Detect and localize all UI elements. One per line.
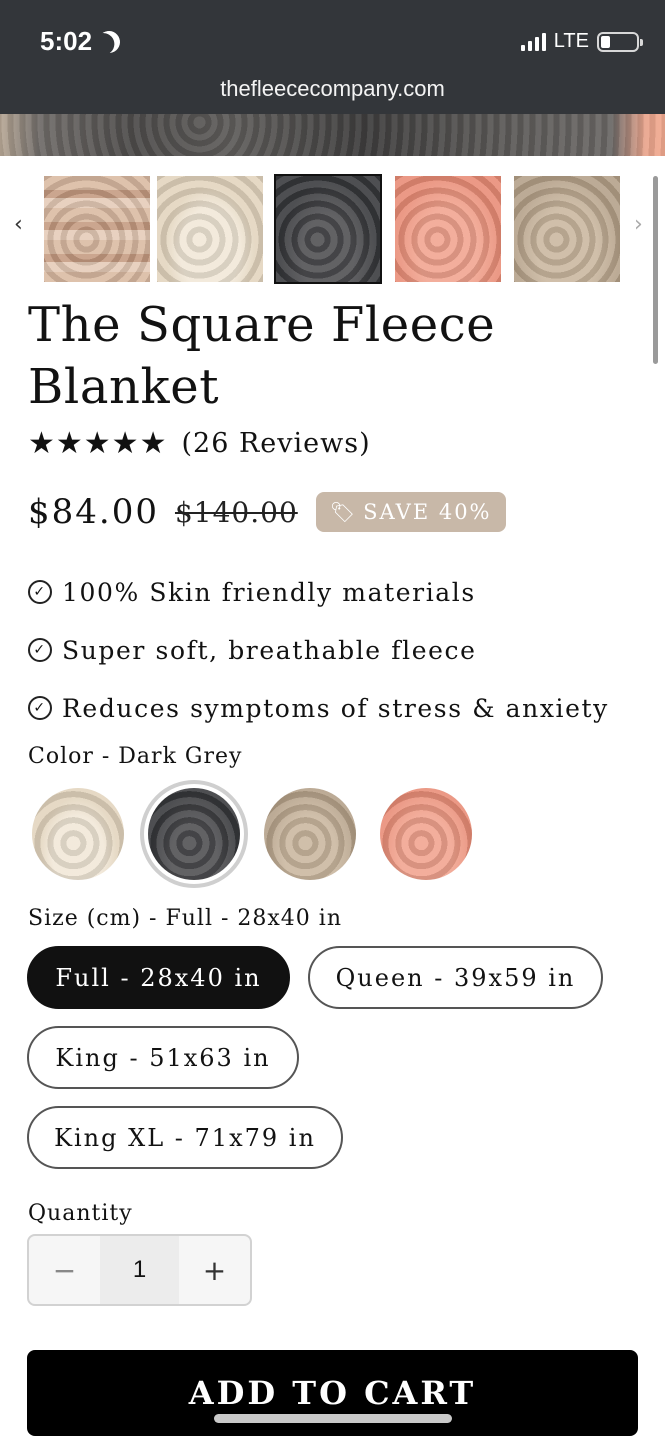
feature-item: ✓ Reduces symptoms of stress & anxiety	[28, 679, 609, 737]
network-label: LTE	[553, 30, 589, 52]
swatch-pink[interactable]	[380, 788, 472, 880]
product-title: The Square Fleece Blanket	[28, 297, 496, 415]
save-badge-text: SAVE 40%	[363, 500, 492, 524]
check-circle-icon: ✓	[28, 638, 52, 662]
home-indicator[interactable]	[214, 1414, 452, 1423]
product-rating[interactable]: ★★★★★ (26 Reviews)	[28, 426, 371, 461]
status-time-text: 5:02	[40, 26, 93, 56]
swatch-cream[interactable]	[32, 788, 124, 880]
gallery-prev-arrow-icon[interactable]: ‹	[14, 212, 23, 237]
size-label: Size (cm) - Full - 28x40 in	[28, 906, 342, 931]
browser-top-bar: 5:02 LTE thefleececompany.com	[0, 0, 665, 114]
swatch-beige[interactable]	[264, 788, 356, 880]
moon-icon	[95, 27, 123, 55]
size-option-king[interactable]: King - 51x63 in	[27, 1026, 299, 1089]
signal-icon	[520, 32, 546, 51]
feature-list: ✓ 100% Skin friendly materials ✓ Super s…	[28, 563, 609, 737]
thumbnail-gallery: ‹ ›	[0, 172, 665, 284]
hero-image	[0, 114, 665, 156]
review-count[interactable]: (26 Reviews)	[181, 428, 370, 459]
price-row: $84.00 $140.00 🏷 SAVE 40%	[28, 492, 506, 532]
compare-price: $140.00	[174, 495, 298, 529]
feature-text: Reduces symptoms of stress & anxiety	[62, 693, 609, 723]
status-indicators: LTE	[520, 30, 643, 53]
status-time: 5:02	[40, 26, 120, 57]
thumbnail-dark-grey[interactable]	[274, 174, 382, 284]
check-circle-icon: ✓	[28, 580, 52, 604]
page-scrollbar[interactable]	[653, 176, 658, 364]
quantity-input[interactable]: 1	[100, 1236, 179, 1304]
feature-item: ✓ Super soft, breathable fleece	[28, 621, 609, 679]
add-to-cart-button[interactable]: ADD TO CART	[27, 1350, 638, 1436]
color-label: Color - Dark Grey	[28, 744, 243, 769]
feature-text: 100% Skin friendly materials	[62, 577, 476, 607]
swatch-dark-grey[interactable]	[140, 780, 248, 888]
quantity-decrease-button[interactable]: −	[29, 1236, 100, 1304]
thumbnail-beige[interactable]	[514, 176, 620, 282]
thumbnail-tan[interactable]	[44, 176, 150, 282]
size-option-full[interactable]: Full - 28x40 in	[27, 946, 290, 1009]
size-option-king-xl[interactable]: King XL - 71x79 in	[27, 1106, 343, 1169]
check-circle-icon: ✓	[28, 696, 52, 720]
battery-icon	[597, 31, 643, 52]
url-bar[interactable]: thefleececompany.com	[0, 76, 665, 102]
quantity-increase-button[interactable]: +	[179, 1236, 250, 1304]
save-badge: 🏷 SAVE 40%	[315, 492, 506, 532]
thumbnail-cream[interactable]	[157, 176, 263, 282]
feature-text: Super soft, breathable fleece	[62, 635, 477, 665]
star-rating-icon: ★★★★★	[28, 426, 168, 461]
quantity-stepper: − 1 +	[27, 1234, 252, 1306]
quantity-label: Quantity	[28, 1201, 133, 1226]
sale-price: $84.00	[28, 492, 159, 532]
gallery-next-arrow-icon[interactable]: ›	[634, 212, 643, 237]
thumbnail-pink[interactable]	[395, 176, 501, 282]
feature-item: ✓ 100% Skin friendly materials	[28, 563, 609, 621]
tag-icon: 🏷	[329, 500, 358, 524]
size-option-queen[interactable]: Queen - 39x59 in	[308, 946, 603, 1009]
color-swatches	[28, 780, 508, 890]
